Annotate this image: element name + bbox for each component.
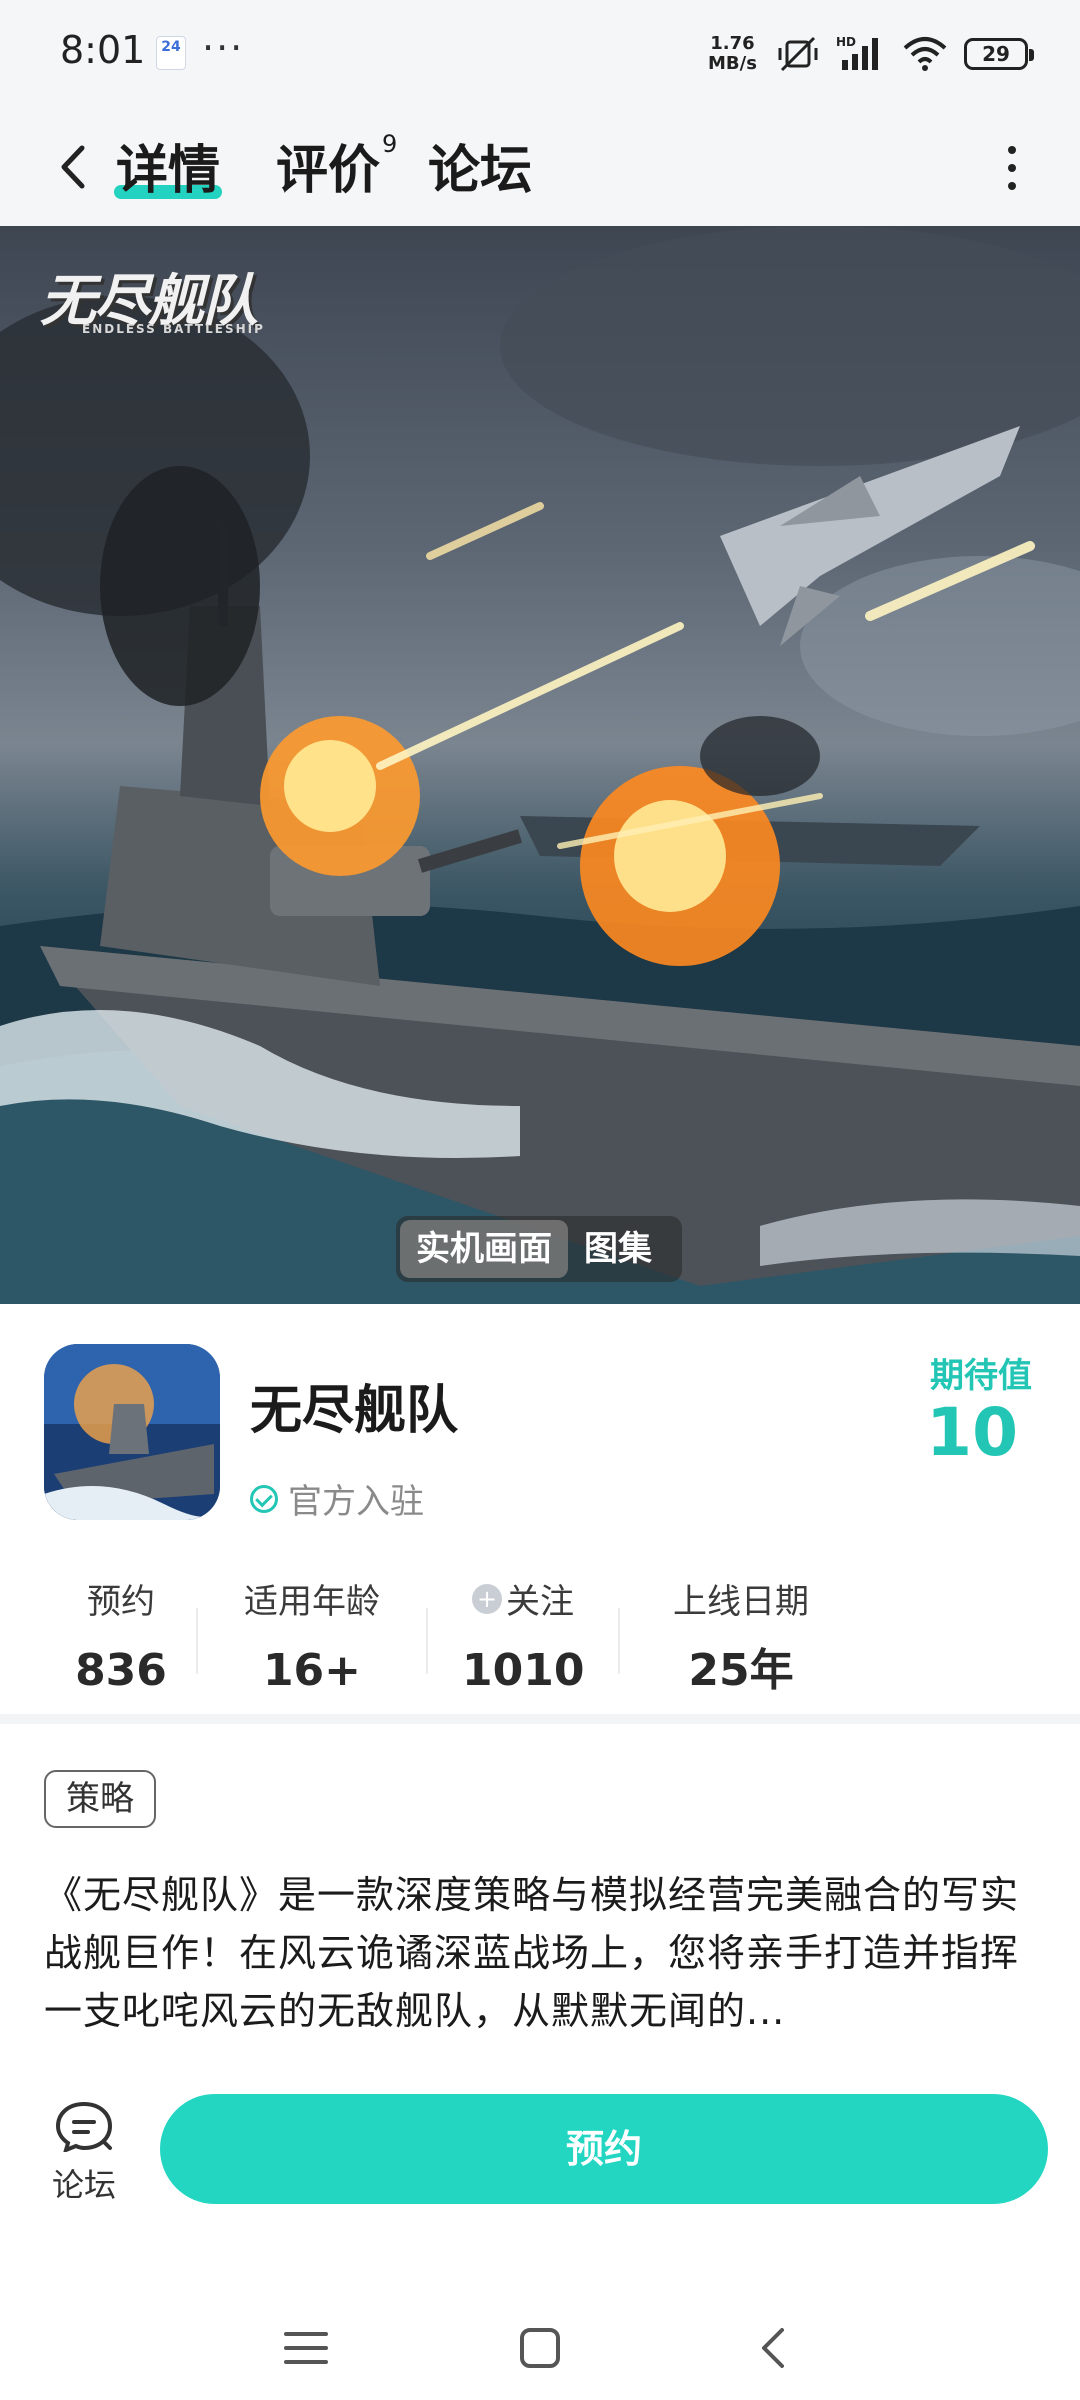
forum-button[interactable]: 论坛 [44, 2100, 124, 2206]
game-description[interactable]: 《无尽舰队》是一款深度策略与模拟经营完美融合的写实战舰巨作！在风云诡谲深蓝战场上… [44, 1866, 1038, 2040]
stat-value: 1010 [462, 1645, 585, 1694]
wifi-icon [903, 37, 947, 71]
verified-icon [250, 1484, 278, 1513]
tab-forum-label: 论坛 [428, 141, 533, 201]
home-icon[interactable] [510, 2318, 570, 2378]
game-app-icon[interactable] [44, 1344, 220, 1520]
game-title: 无尽舰队 [250, 1381, 459, 1441]
expectation-value: 10 [926, 1394, 1018, 1471]
stat-release-date: 上线日期 25年Q4 [656, 1574, 826, 1694]
back-icon[interactable] [44, 132, 104, 202]
network-speed-value: 1.76 [710, 33, 755, 54]
genre-tag[interactable]: 策略 [44, 1770, 156, 1828]
more-notifications-icon: ··· [202, 26, 245, 70]
network-speed-unit: MB/s [708, 53, 757, 74]
follow-label: 关注 [506, 1582, 574, 1622]
stat-divider [618, 1608, 620, 1674]
gallery-toggle: 实机画面 图集 [396, 1216, 682, 1282]
stat-value: 836 [75, 1645, 167, 1694]
menu-icon[interactable] [276, 2318, 336, 2378]
game-info: 无尽舰队 官方入驻 期待值 10 预约 836 适用年龄 16+ + 关注 10… [0, 1304, 1080, 1724]
stat-divider [196, 1608, 198, 1674]
svg-text:HD: HD [836, 35, 856, 49]
network-speed: 1.76 MB/s [708, 34, 757, 74]
gallery-tab-album[interactable]: 图集 [568, 1220, 668, 1278]
chat-bubble-icon [55, 2101, 113, 2154]
status-time: 8:01 [60, 28, 146, 72]
tab-reviews[interactable]: 评价9 [276, 128, 398, 203]
gallery-tab-gameplay[interactable]: 实机画面 [400, 1220, 568, 1278]
reviews-count-badge: 9 [382, 129, 398, 158]
stat-label: 适用年龄 [244, 1582, 380, 1622]
status-icons: HD 29 [776, 32, 1034, 76]
more-options-icon[interactable] [1000, 140, 1024, 200]
forum-button-label: 论坛 [51, 2166, 116, 2204]
top-nav: 详情 评价9 论坛 [0, 110, 1080, 226]
tab-details[interactable]: 详情 [114, 128, 223, 203]
vibrate-off-icon [778, 36, 818, 72]
tab-reviews-label: 评价 [276, 141, 381, 201]
stat-value: 16+ [262, 1645, 362, 1694]
battery-icon: 29 [964, 38, 1034, 70]
tab-forum[interactable]: 论坛 [428, 128, 532, 203]
stat-value: 25年Q4 [688, 1645, 794, 1695]
status-bar: 8:01 24 ··· 1.76 MB/s HD 29 [0, 0, 1080, 110]
tab-details-label: 详情 [116, 141, 221, 201]
expectation-label: 期待值 [930, 1356, 1032, 1396]
heart-plus-icon: + [472, 1583, 502, 1614]
signal-icon: HD [836, 35, 878, 70]
stat-label: 预约 [87, 1582, 155, 1622]
stat-label: 上线日期 [673, 1582, 809, 1622]
section-divider [0, 1714, 1080, 1724]
system-nav-bar [0, 2290, 1080, 2400]
hero-banner[interactable]: 无尽舰队 ENDLESS BATTLESHIP 实机画面 图集 [0, 226, 1080, 1304]
stats-row: 预约 836 适用年龄 16+ + 关注 1010 上线日期 25年Q4 [0, 1574, 1080, 1694]
official-badge: 官方入驻 [250, 1474, 424, 1523]
game-logo-subtitle: ENDLESS BATTLESHIP [82, 322, 265, 336]
stat-reservations: 预约 836 [66, 1574, 176, 1693]
stat-age-rating: 适用年龄 16+ [232, 1574, 392, 1693]
stat-follows[interactable]: + 关注 1010 [462, 1574, 584, 1693]
reserve-button[interactable]: 预约 [160, 2094, 1048, 2204]
stat-label: + 关注 [462, 1574, 584, 1623]
battleship-artwork [0, 226, 1080, 1304]
calendar-icon: 24 [156, 36, 186, 70]
nav-back-icon[interactable] [744, 2318, 804, 2378]
official-label: 官方入驻 [288, 1482, 424, 1522]
stat-divider [426, 1608, 428, 1674]
